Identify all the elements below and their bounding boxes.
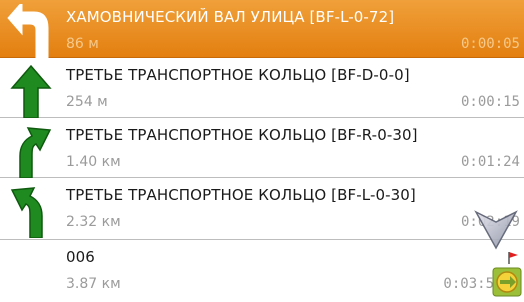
route-step-row[interactable]: ТРЕТЬЕ ТРАНСПОРТНОЕ КОЛЬЦО [BF-D-0-0] 25… [0, 58, 524, 118]
step-street-name: 006 [66, 248, 95, 266]
chevron-down-icon[interactable] [474, 208, 518, 250]
slight-right-turn-icon [19, 127, 52, 178]
route-step-row[interactable]: ТРЕТЬЕ ТРАНСПОРТНОЕ КОЛЬЦО [BF-L-0-30] 2… [0, 178, 524, 240]
step-distance: 2.32 км [66, 214, 121, 230]
go-icon[interactable] [492, 267, 522, 297]
route-steps-list: ХАМОВНИЧЕСКИЙ ВАЛ УЛИЦА [BF-L-0-72] 86 м… [0, 0, 524, 302]
step-street-name: ТРЕТЬЕ ТРАНСПОРТНОЕ КОЛЬЦО [BF-R-0-30] [66, 126, 418, 144]
step-street-name: ТРЕТЬЕ ТРАНСПОРТНОЕ КОЛЬЦО [BF-L-0-30] [66, 186, 416, 204]
step-time: 0:00:15 [460, 94, 520, 110]
step-distance: 3.87 км [66, 276, 121, 292]
step-distance: 1.40 км [66, 154, 121, 170]
step-distance: 86 м [66, 36, 99, 52]
sharp-left-turn-icon [7, 4, 49, 60]
route-step-row[interactable]: ТРЕТЬЕ ТРАНСПОРТНОЕ КОЛЬЦО [BF-R-0-30] 1… [0, 118, 524, 178]
step-time: 0:00:05 [460, 36, 520, 52]
flag-icon [508, 252, 518, 264]
step-street-name: ТРЕТЬЕ ТРАНСПОРТНОЕ КОЛЬЦО [BF-D-0-0] [66, 66, 410, 84]
step-time: 0:01:24 [460, 154, 520, 170]
step-distance: 254 м [66, 94, 108, 110]
slight-left-turn-icon [10, 187, 43, 238]
step-street-name: ХАМОВНИЧЕСКИЙ ВАЛ УЛИЦА [BF-L-0-72] [66, 8, 395, 26]
route-step-row[interactable]: 006 3.87 км 0:03:5 [0, 240, 524, 302]
route-step-row[interactable]: ХАМОВНИЧЕСКИЙ ВАЛ УЛИЦА [BF-L-0-72] 86 м… [0, 0, 524, 60]
step-time: 0:03:5 [443, 276, 494, 292]
straight-arrow-icon [10, 64, 52, 118]
